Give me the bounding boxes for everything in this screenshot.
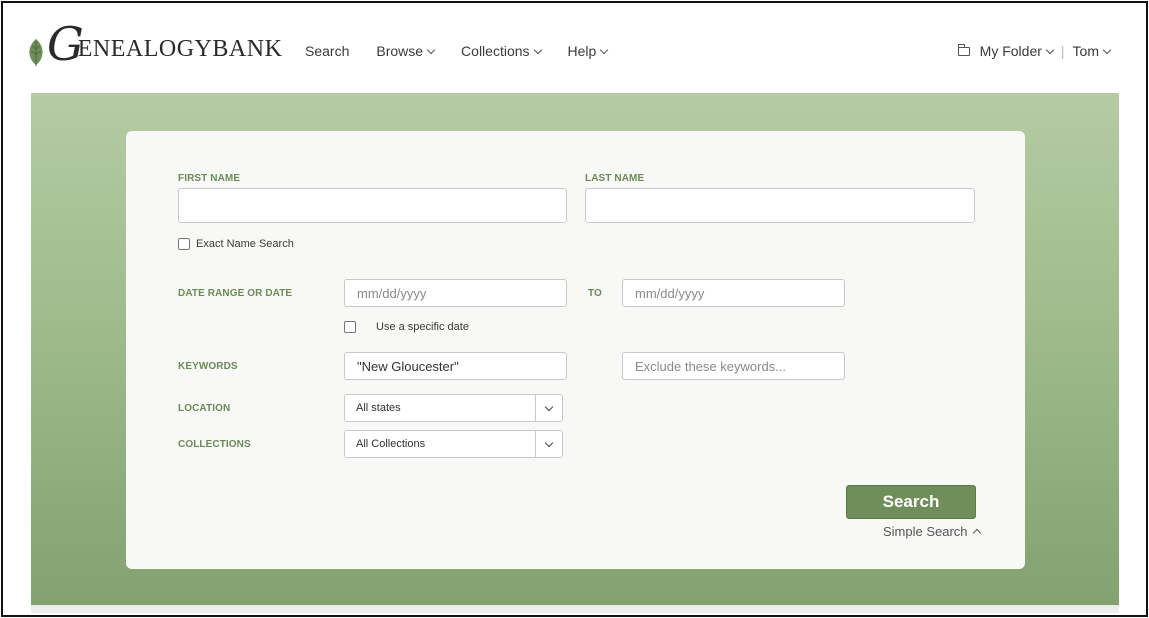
collections-select[interactable]: All Collections <box>344 430 563 458</box>
user-name: Tom <box>1072 43 1099 59</box>
main-nav: Search Browse Collections Help <box>305 43 609 59</box>
specific-date-label: Use a specific date <box>376 321 469 333</box>
chevron-down-icon <box>544 438 554 447</box>
genealogybank-logo[interactable]: G ENEALOGYBANK <box>27 21 282 67</box>
location-selected: All states <box>356 402 401 414</box>
logo-initial: G <box>47 17 84 71</box>
location-dropdown-button[interactable] <box>535 395 562 421</box>
page-bottom-edge <box>31 605 1119 613</box>
date-to-input[interactable] <box>622 279 845 307</box>
nav-help-label: Help <box>567 43 597 59</box>
date-from-input[interactable] <box>344 279 567 307</box>
location-select[interactable]: All states <box>344 394 563 422</box>
nav-search-label: Search <box>305 43 350 59</box>
leaf-icon <box>29 39 43 66</box>
exact-name-option: Exact Name Search <box>178 238 294 250</box>
last-name-input[interactable] <box>585 188 975 223</box>
exact-name-checkbox[interactable] <box>178 238 190 250</box>
keywords-label: KEYWORDS <box>178 361 238 372</box>
chevron-down-icon <box>544 402 554 411</box>
site-header: G ENEALOGYBANK Search Browse Collections… <box>3 3 1146 93</box>
nav-help[interactable]: Help <box>567 43 609 59</box>
browser-frame: G ENEALOGYBANK Search Browse Collections… <box>1 1 1148 617</box>
user-nav: My Folder | Tom <box>957 43 1112 59</box>
chevron-down-icon <box>600 45 609 54</box>
first-name-label: FIRST NAME <box>178 173 241 184</box>
nav-browse-label: Browse <box>376 43 424 59</box>
chevron-up-icon <box>972 528 981 538</box>
chevron-down-icon <box>426 45 436 54</box>
my-folder-label: My Folder <box>979 43 1042 59</box>
location-label: LOCATION <box>178 403 231 414</box>
simple-search-label: Simple Search <box>883 524 968 539</box>
specific-date-option: Use a specific date <box>344 321 469 333</box>
simple-search-toggle[interactable]: Simple Search <box>883 524 981 539</box>
last-name-label: LAST NAME <box>585 173 645 184</box>
exact-name-label: Exact Name Search <box>196 238 294 250</box>
date-to-label: TO <box>588 288 602 299</box>
nav-collections-label: Collections <box>461 43 530 59</box>
specific-date-checkbox[interactable] <box>344 321 356 333</box>
first-name-input[interactable] <box>178 188 567 223</box>
advanced-search-card: FIRST NAME LAST NAME Exact Name Search D… <box>126 131 1025 569</box>
logo-wordmark: ENEALOGYBANK <box>77 36 283 62</box>
search-button[interactable]: Search <box>846 485 976 519</box>
nav-search[interactable]: Search <box>305 43 349 59</box>
collections-label: COLLECTIONS <box>178 439 251 450</box>
collections-selected: All Collections <box>356 438 426 450</box>
collections-dropdown-button[interactable] <box>535 431 562 457</box>
nav-browse[interactable]: Browse <box>376 43 436 59</box>
keywords-input[interactable] <box>344 352 567 380</box>
nav-collections[interactable]: Collections <box>461 43 542 59</box>
my-folder-menu[interactable]: My Folder <box>957 43 1055 59</box>
user-menu[interactable]: Tom <box>1072 43 1112 59</box>
date-range-label: DATE RANGE OR DATE <box>178 288 293 299</box>
exclude-keywords-input[interactable] <box>622 352 845 380</box>
nav-divider: | <box>1060 43 1065 59</box>
chevron-down-icon <box>1045 45 1055 54</box>
chevron-down-icon <box>533 45 542 54</box>
chevron-down-icon <box>1102 45 1112 54</box>
folder-icon <box>957 43 970 56</box>
